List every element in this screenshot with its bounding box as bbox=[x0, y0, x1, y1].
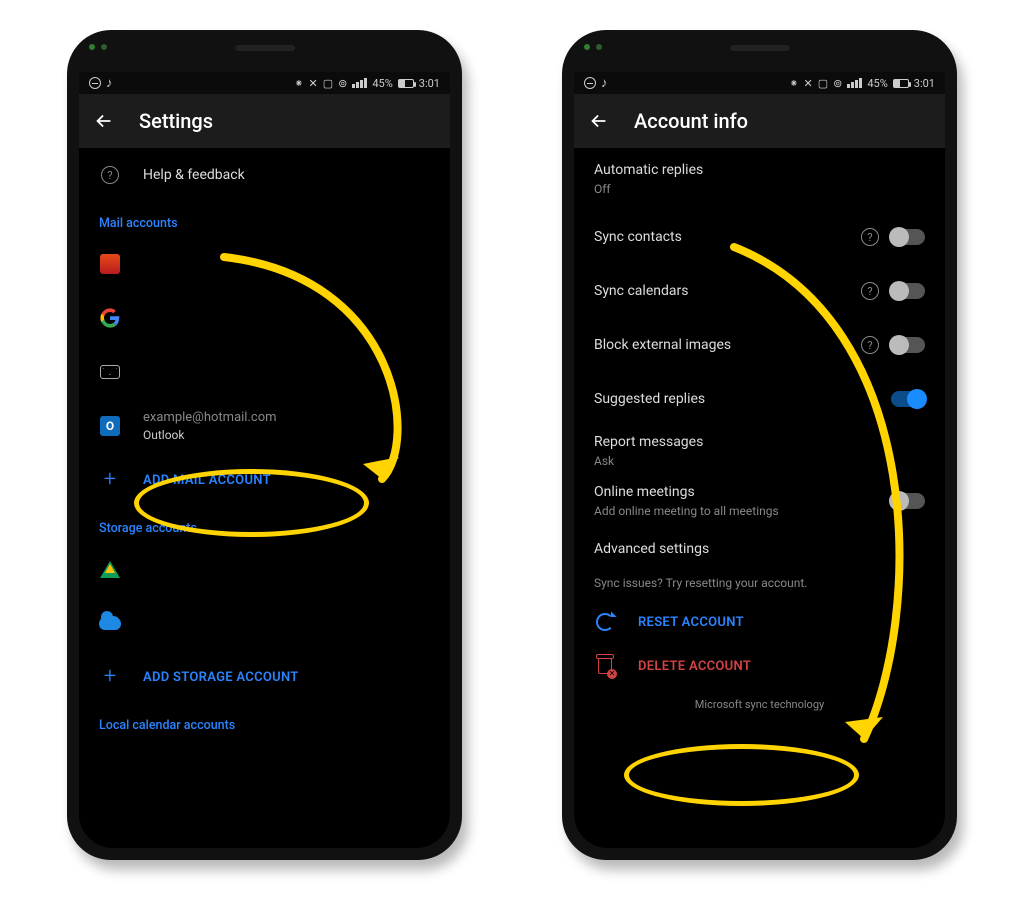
report-messages-value: Ask bbox=[594, 453, 925, 469]
sync-calendars-toggle[interactable] bbox=[891, 283, 925, 299]
dnd-icon bbox=[89, 77, 101, 89]
help-icon[interactable]: ? bbox=[861, 228, 879, 246]
music-icon: ♪ bbox=[601, 77, 608, 90]
section-storage-accounts: Storage accounts bbox=[79, 507, 450, 542]
add-mail-label: ADD MAIL ACCOUNT bbox=[143, 473, 271, 488]
clock: 3:01 bbox=[419, 77, 440, 90]
add-mail-account[interactable]: + ADD MAIL ACCOUNT bbox=[79, 453, 450, 507]
reset-account-label: RESET ACCOUNT bbox=[638, 615, 744, 630]
add-storage-label: ADD STORAGE ACCOUNT bbox=[143, 670, 299, 685]
back-icon[interactable] bbox=[93, 110, 115, 132]
account-office[interactable] bbox=[79, 237, 450, 291]
block-images-row: Block external images ? bbox=[574, 318, 945, 372]
clock: 3:01 bbox=[914, 77, 935, 90]
online-meetings-toggle[interactable] bbox=[891, 493, 925, 509]
suggested-replies-toggle[interactable] bbox=[891, 391, 925, 407]
sync-hint: Sync issues? Try resetting your account. bbox=[574, 572, 945, 600]
reset-account[interactable]: RESET ACCOUNT bbox=[574, 600, 945, 644]
battery-icon bbox=[398, 79, 414, 88]
account-google[interactable] bbox=[79, 291, 450, 345]
storage-gdrive[interactable] bbox=[79, 542, 450, 596]
signal-icon bbox=[352, 78, 367, 88]
mute-icon: ✕ bbox=[804, 77, 813, 90]
sync-calendars-label: Sync calendars bbox=[594, 282, 839, 301]
mute-icon: ✕ bbox=[309, 77, 318, 90]
page-title: Settings bbox=[139, 109, 213, 133]
battery-text: 45% bbox=[867, 77, 887, 90]
phone-right: ♪ ⁕ ✕ ▢ ⊚ 45% 3:01 Account info Automati… bbox=[562, 30, 957, 860]
storage-onedrive[interactable] bbox=[79, 596, 450, 650]
help-icon[interactable]: ? bbox=[861, 336, 879, 354]
online-meetings-row: Online meetings Add online meeting to al… bbox=[574, 476, 945, 526]
screen-left: ♪ ⁕ ✕ ▢ ⊚ 45% 3:01 Settings ? Help & fee… bbox=[79, 72, 450, 848]
wifi-icon: ⊚ bbox=[338, 77, 347, 90]
signal-icon bbox=[847, 78, 862, 88]
google-icon bbox=[100, 308, 120, 328]
onedrive-icon bbox=[99, 616, 121, 630]
sync-contacts-toggle[interactable] bbox=[891, 229, 925, 245]
nfc-icon: ▢ bbox=[323, 77, 333, 90]
mail-icon bbox=[100, 365, 120, 379]
account-outlook[interactable]: O example@hotmail.com Outlook bbox=[79, 399, 450, 453]
screen-right: ♪ ⁕ ✕ ▢ ⊚ 45% 3:01 Account info Automati… bbox=[574, 72, 945, 848]
trash-icon: ✕ bbox=[598, 658, 612, 674]
back-icon[interactable] bbox=[588, 110, 610, 132]
bluetooth-icon: ⁕ bbox=[789, 77, 798, 90]
status-bar: ♪ ⁕ ✕ ▢ ⊚ 45% 3:01 bbox=[79, 72, 450, 94]
sync-contacts-label: Sync contacts bbox=[594, 228, 839, 247]
sync-calendars-row: Sync calendars ? bbox=[574, 264, 945, 318]
suggested-replies-row: Suggested replies bbox=[574, 372, 945, 426]
app-bar: Settings bbox=[79, 94, 450, 148]
report-messages-label: Report messages bbox=[594, 433, 925, 452]
sync-tech-footer: Microsoft sync technology bbox=[574, 688, 945, 715]
advanced-settings-row[interactable]: Advanced settings bbox=[574, 526, 945, 572]
report-messages-row[interactable]: Report messages Ask bbox=[574, 426, 945, 476]
battery-icon bbox=[893, 79, 909, 88]
block-images-label: Block external images bbox=[594, 336, 839, 355]
block-images-toggle[interactable] bbox=[891, 337, 925, 353]
bluetooth-icon: ⁕ bbox=[294, 77, 303, 90]
page-title: Account info bbox=[634, 109, 748, 133]
help-feedback-label: Help & feedback bbox=[143, 166, 430, 185]
account-generic-mail[interactable] bbox=[79, 345, 450, 399]
dnd-icon bbox=[584, 77, 596, 89]
section-local-calendar: Local calendar accounts bbox=[79, 704, 450, 739]
sync-contacts-row: Sync contacts ? bbox=[574, 210, 945, 264]
status-bar: ♪ ⁕ ✕ ▢ ⊚ 45% 3:01 bbox=[574, 72, 945, 94]
account-email: example@hotmail.com bbox=[143, 409, 430, 427]
outlook-icon: O bbox=[100, 416, 120, 436]
suggested-replies-label: Suggested replies bbox=[594, 390, 869, 409]
automatic-replies-value: Off bbox=[594, 181, 925, 197]
help-feedback-row[interactable]: ? Help & feedback bbox=[79, 148, 450, 202]
online-meetings-label: Online meetings bbox=[594, 483, 869, 502]
plus-icon: + bbox=[99, 469, 121, 491]
app-bar: Account info bbox=[574, 94, 945, 148]
music-icon: ♪ bbox=[106, 77, 113, 90]
help-icon: ? bbox=[101, 166, 119, 184]
add-storage-account[interactable]: + ADD STORAGE ACCOUNT bbox=[79, 650, 450, 704]
automatic-replies-label: Automatic replies bbox=[594, 161, 925, 180]
gdrive-icon bbox=[100, 561, 120, 578]
automatic-replies-row[interactable]: Automatic replies Off bbox=[574, 148, 945, 210]
battery-text: 45% bbox=[372, 77, 392, 90]
office-icon bbox=[100, 254, 120, 274]
nfc-icon: ▢ bbox=[818, 77, 828, 90]
phone-left: ♪ ⁕ ✕ ▢ ⊚ 45% 3:01 Settings ? Help & fee… bbox=[67, 30, 462, 860]
delete-account[interactable]: ✕ DELETE ACCOUNT bbox=[574, 644, 945, 688]
plus-icon: + bbox=[99, 666, 121, 688]
annotation-ellipse-right bbox=[624, 744, 859, 806]
delete-account-label: DELETE ACCOUNT bbox=[638, 659, 751, 674]
wifi-icon: ⊚ bbox=[833, 77, 842, 90]
reset-icon bbox=[596, 613, 614, 631]
account-provider: Outlook bbox=[143, 427, 430, 443]
advanced-settings-label: Advanced settings bbox=[594, 540, 925, 559]
section-mail-accounts: Mail accounts bbox=[79, 202, 450, 237]
help-icon[interactable]: ? bbox=[861, 282, 879, 300]
online-meetings-sub: Add online meeting to all meetings bbox=[594, 503, 869, 519]
